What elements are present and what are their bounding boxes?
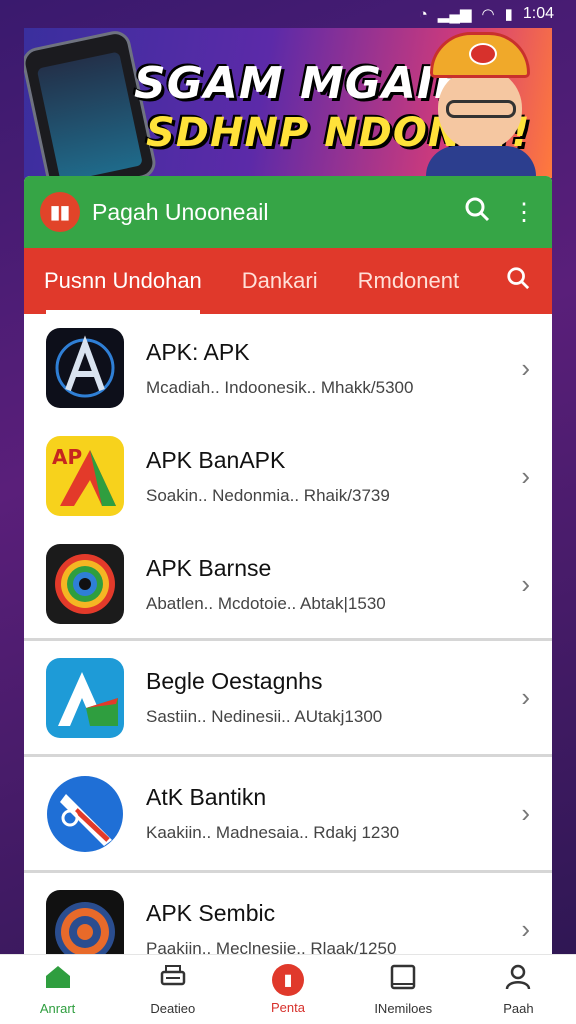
search-icon[interactable] <box>464 196 490 229</box>
person-icon <box>505 964 531 997</box>
signal-icon: ▂▄▆ <box>437 6 472 23</box>
list-item[interactable]: APK Sembic Paakiin.. Meclnesiie.. Rlaak/… <box>24 870 552 956</box>
status-bar: ◔ ▂▄▆ ◠ ▮ 1:04 <box>0 0 576 28</box>
app-logo-icon[interactable]: ▮▮ <box>40 192 80 232</box>
app-title: APK Sembic <box>146 900 276 926</box>
chevron-right-icon: › <box>521 352 530 383</box>
tab-dankari[interactable]: Dankari <box>222 248 338 314</box>
orange-target-icon <box>46 889 124 956</box>
nav-label: Paah <box>503 1000 534 1016</box>
dark-a-logo-icon <box>46 328 124 408</box>
more-options-icon[interactable]: ⋮ <box>512 198 536 227</box>
notification-icon: ◔ <box>418 5 428 23</box>
battery-icon: ▮ <box>504 6 513 23</box>
mascot-illustration <box>420 28 540 178</box>
app-subtitle: Sastiin.. Nedinesii.. AUtakj1300 <box>146 707 383 726</box>
app-title: APK: APK <box>146 338 250 365</box>
nav-paah[interactable]: Paah <box>461 955 576 1024</box>
red-badge-icon: ▮ <box>272 964 304 996</box>
list-item[interactable]: AtK Bantikn Kaakiin.. Madnesaia.. Rdakj … <box>24 754 552 870</box>
app-subtitle: Soakin.. Nedonmia.. Rhaik/3739 <box>146 485 390 505</box>
nav-label: Penta <box>271 1000 305 1015</box>
blue-a-flag-icon <box>46 657 124 738</box>
tab-search-icon[interactable] <box>506 266 552 297</box>
list-item[interactable]: APK Barnse Abatlen.. Mcdotoie.. Abtak|15… <box>24 530 552 638</box>
svg-text:AP: AP <box>52 445 82 469</box>
chevron-right-icon: › <box>521 460 530 491</box>
app-title: AtK Bantikn <box>146 784 267 810</box>
app-title: APK Barnse <box>146 554 272 581</box>
tab-pusnn-undohan[interactable]: Pusnn Undohan <box>24 248 222 314</box>
nav-deatieo[interactable]: Deatieo <box>115 955 230 1024</box>
nav-label: Anrart <box>39 1000 76 1016</box>
printer-icon <box>159 964 187 997</box>
nav-penta[interactable]: ▮ Penta <box>230 955 345 1024</box>
chevron-right-icon: › <box>521 798 530 828</box>
wifi-icon: ◠ <box>481 6 495 23</box>
app-bar: ▮▮ Pagah Unooneail ⋮ <box>24 176 552 248</box>
nav-label: INemiloes <box>374 1000 433 1016</box>
yellow-ap-logo-icon: AP <box>46 436 124 516</box>
promo-banner[interactable]: SGAM MGAIEA SDHNP NDONS!! <box>24 28 552 178</box>
chevron-right-icon: › <box>521 682 530 712</box>
rainbow-lens-icon <box>46 544 124 624</box>
chevron-right-icon: › <box>521 914 530 944</box>
app-subtitle: Kaakiin.. Madnesaia.. Rdakj 1230 <box>146 823 400 842</box>
tab-rmdonent[interactable]: Rmdonent <box>338 248 480 314</box>
blue-circle-figure-icon <box>46 774 124 854</box>
app-title: APK BanAPK <box>146 446 286 473</box>
list-item[interactable]: APK: APK Mcadiah.. Indoonesik.. Mhakk/53… <box>24 314 552 422</box>
status-time: 1:04 <box>522 5 554 22</box>
nav-home[interactable]: Anrart <box>0 955 115 1024</box>
app-list: APK: APK Mcadiah.. Indoonesik.. Mhakk/53… <box>24 314 552 956</box>
app-subtitle: Abatlen.. Mcdotoie.. Abtak|1530 <box>146 593 386 613</box>
window-icon <box>390 964 416 997</box>
app-title: Pagah Unooneail <box>92 198 269 225</box>
list-item[interactable]: Begle Oestagnhs Sastiin.. Nedinesii.. AU… <box>24 638 552 754</box>
home-icon <box>44 964 72 997</box>
nav-label: Deatieo <box>150 1000 196 1016</box>
app-title: Begle Oestagnhs <box>146 668 323 694</box>
chevron-right-icon: › <box>521 568 530 599</box>
main-card: ▮▮ Pagah Unooneail ⋮ Pusnn Undohan Danka… <box>24 176 552 956</box>
app-subtitle: Mcadiah.. Indoonesik.. Mhakk/5300 <box>146 377 414 397</box>
list-item[interactable]: AP APK BanAPK Soakin.. Nedonmia.. Rhaik/… <box>24 422 552 530</box>
bottom-navigation: Anrart Deatieo ▮ Penta INemiloes Paah <box>0 954 576 1024</box>
nav-inemiloes[interactable]: INemiloes <box>346 955 461 1024</box>
tab-bar: Pusnn Undohan Dankari Rmdonent <box>24 248 552 314</box>
